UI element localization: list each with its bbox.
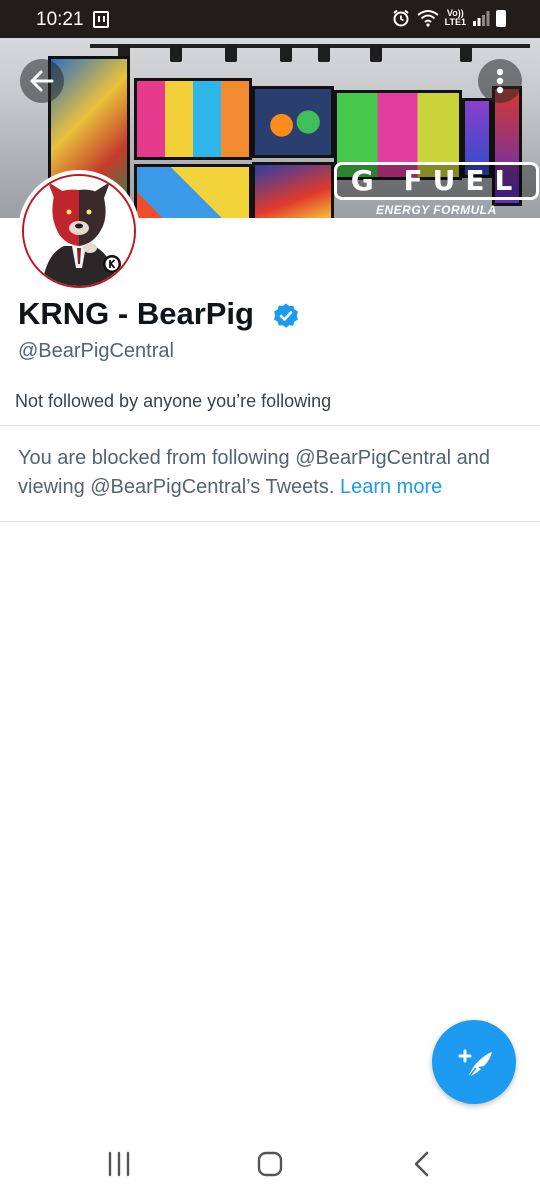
status-icons: Vo)) LTE1 (391, 8, 506, 28)
recent-apps-button[interactable] (97, 1148, 141, 1180)
blocked-notice: You are blocked from following @BearPigC… (18, 444, 526, 502)
artwork (252, 162, 334, 218)
artwork (252, 86, 334, 158)
compose-tweet-button[interactable] (432, 1020, 516, 1104)
avatar[interactable] (18, 170, 140, 292)
gfuel-tagline: ENERGY FORMULA (376, 203, 497, 217)
network-label-bottom: LTE1 (444, 17, 466, 27)
spotlight-icon (225, 44, 237, 62)
spotlight-icon (370, 44, 382, 62)
gfuel-logo: G FUEL (334, 162, 539, 200)
spotlight-icon (318, 44, 330, 62)
alarm-icon (393, 9, 409, 27)
recent-apps-icon (108, 1151, 130, 1177)
avatar-image (22, 174, 136, 288)
back-button[interactable] (20, 59, 64, 103)
artwork (134, 164, 252, 218)
home-icon (257, 1151, 283, 1177)
wifi-icon (417, 10, 439, 27)
system-back-button[interactable] (399, 1148, 443, 1180)
spotlight-icon (170, 44, 182, 62)
spotlight-icon (460, 44, 472, 62)
followers-you-know-note: Not followed by anyone you’re following (15, 391, 332, 411)
network-indicator: Vo)) LTE1 (445, 9, 466, 27)
home-button[interactable] (248, 1148, 292, 1180)
battery-icon (496, 9, 506, 27)
verified-badge-icon (274, 303, 298, 328)
profile-handle: @BearPigCentral (18, 340, 174, 362)
display-name: KRNG - BearPig (18, 296, 254, 331)
status-bar: 10:21 Vo)) LTE1 (0, 0, 540, 38)
more-options-button[interactable] (478, 59, 522, 103)
system-nav-bar (0, 1128, 540, 1200)
divider (0, 425, 540, 426)
back-icon (414, 1151, 429, 1177)
arrow-left-icon (30, 70, 54, 92)
status-time: 10:21 (36, 9, 84, 30)
compose-tweet-icon (458, 1049, 492, 1079)
twitch-icon (93, 11, 109, 28)
divider (0, 521, 540, 522)
more-vertical-icon (496, 68, 504, 94)
learn-more-link[interactable]: Learn more (340, 476, 442, 498)
spotlight-icon (280, 44, 292, 62)
signal-icon (473, 11, 490, 26)
artwork (134, 78, 252, 160)
